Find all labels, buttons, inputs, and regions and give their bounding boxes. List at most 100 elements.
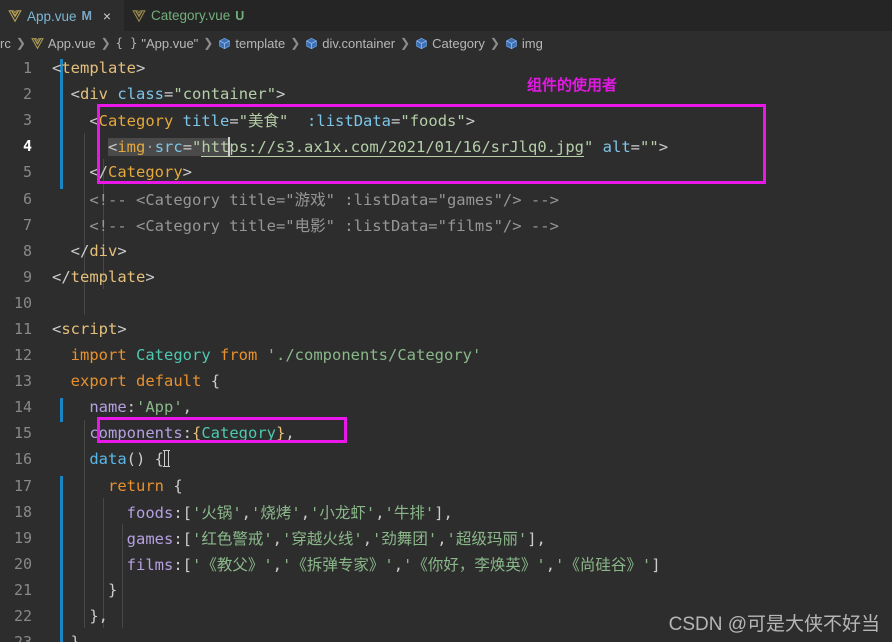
code-line[interactable]: 12 import Category from './components/Ca…	[0, 342, 892, 368]
chevron-right-icon: ❯	[15, 36, 26, 50]
line-number: 9	[22, 267, 32, 286]
line-number: 13	[13, 372, 32, 391]
code-line[interactable]: 13 export default {	[0, 368, 892, 394]
line-number: 21	[13, 580, 32, 599]
breadcrumb-label: "App.vue"	[141, 35, 199, 51]
line-content: name:'App',	[89, 398, 193, 417]
tab-category-vue[interactable]: Category.vue U	[123, 0, 255, 31]
code-line[interactable]: 20 films:['《教父》','《拆弹专家》','《你好，李焕英》','《尚…	[0, 551, 892, 577]
code-line-current[interactable]: 4 <img·src="https://s3.ax1x.com/2021/01/…	[0, 133, 892, 159]
code-line[interactable]: 7 <!-- <Category title="电影" :listData="f…	[0, 212, 892, 238]
line-number: 6	[22, 189, 32, 208]
code-line[interactable]: 8 </div>	[0, 238, 892, 264]
line-content: <!-- <Category title="游戏" :listData="gam…	[52, 190, 559, 209]
line-number: 15	[13, 424, 32, 443]
cube-icon	[305, 37, 318, 50]
cube-icon	[415, 37, 428, 50]
line-number: 7	[22, 215, 32, 234]
line-number: 5	[22, 163, 32, 182]
code-line[interactable]: 1 <template>	[0, 55, 892, 81]
code-line[interactable]: 18 foods:['火锅','烧烤','小龙虾','牛排'],	[0, 499, 892, 525]
breadcrumb-item-app-vue-symbol[interactable]: { } "App.vue"	[116, 36, 199, 51]
cube-icon	[218, 37, 231, 50]
line-number: 17	[13, 476, 32, 495]
code-line[interactable]: 16 data() {	[0, 446, 892, 472]
chevron-right-icon: ❯	[203, 36, 214, 50]
vue-file-icon	[132, 9, 146, 23]
code-editor[interactable]: 1 <template> 2 <div class="container"> 3…	[0, 55, 892, 642]
breadcrumb-item-category[interactable]: Category	[415, 36, 485, 51]
line-number: 2	[22, 85, 32, 104]
watermark: CSDN @可是大侠不好当	[668, 614, 880, 635]
breadcrumb: rc ❯ App.vue ❯ { } "App.vue" ❯ template …	[0, 31, 892, 55]
tab-app-vue[interactable]: App.vue M ×	[0, 0, 124, 31]
chevron-right-icon: ❯	[290, 36, 301, 50]
line-number: 22	[13, 607, 32, 626]
line-number: 14	[13, 398, 32, 417]
line-number: 1	[22, 59, 32, 78]
tab-label: Category.vue	[150, 8, 231, 23]
cube-icon	[505, 37, 518, 50]
line-content: components:{Category},	[89, 424, 295, 443]
line-content: <!-- <Category title="电影" :listData="fil…	[52, 216, 559, 235]
close-icon[interactable]: ×	[100, 9, 114, 23]
breadcrumb-label: template	[235, 35, 286, 51]
breadcrumb-item-src[interactable]: rc	[0, 36, 11, 51]
line-content: }	[108, 580, 118, 599]
code-line[interactable]: 10	[0, 290, 892, 316]
chevron-right-icon: ❯	[400, 36, 411, 50]
breadcrumb-label: App.vue	[47, 35, 96, 51]
line-content: games:['红色警戒','穿越火线','劲舞团','超级玛丽'],	[126, 529, 546, 548]
line-content: <img·src="https://s3.ax1x.com/2021/01/16…	[108, 136, 669, 157]
breadcrumb-label: div.container	[322, 35, 396, 51]
line-number: 19	[13, 528, 32, 547]
breadcrumb-item-div-container[interactable]: div.container	[305, 36, 395, 51]
line-content: <Category title="美食" :listData="foods">	[89, 112, 476, 131]
breadcrumb-label: rc	[0, 35, 11, 51]
line-number: 10	[13, 293, 32, 312]
line-content: foods:['火锅','烧烤','小龙虾','牛排'],	[126, 503, 453, 522]
vue-file-icon	[8, 9, 22, 23]
breadcrumb-label: Category	[432, 35, 485, 51]
line-number: 3	[22, 111, 32, 130]
chevron-right-icon: ❯	[489, 36, 500, 50]
code-line[interactable]: 6 <!-- <Category title="游戏" :listData="g…	[0, 185, 892, 211]
line-content: </Category>	[89, 163, 192, 182]
code-line[interactable]: 3 <Category title="美食" :listData="foods"…	[0, 107, 892, 133]
line-content: data() {	[46, 450, 892, 468]
code-line[interactable]: 15 components:{Category},	[0, 420, 892, 446]
line-content: <template>	[52, 59, 146, 78]
code-line[interactable]: 14 name:'App',	[0, 394, 892, 420]
tab-label: App.vue	[27, 8, 77, 24]
line-number: 16	[13, 450, 32, 469]
code-line[interactable]: 5 </Category>	[0, 159, 892, 185]
line-number: 8	[22, 241, 32, 260]
line-number: 12	[13, 346, 32, 365]
line-content: </template>	[52, 267, 155, 286]
line-content: </div>	[70, 241, 127, 260]
line-content: import Category from './components/Categ…	[70, 346, 482, 365]
braces-icon: { }	[115, 36, 138, 50]
editor-tab-bar: App.vue M × Category.vue U	[0, 0, 892, 31]
tab-status-badge: M	[81, 9, 92, 23]
code-line[interactable]: 19 games:['红色警戒','穿越火线','劲舞团','超级玛丽'],	[0, 525, 892, 551]
breadcrumb-item-img[interactable]: img	[505, 36, 543, 51]
annotation-label-component-user: 组件的使用者	[527, 77, 618, 94]
code-line[interactable]: 17 return {	[0, 473, 892, 499]
line-content: return {	[108, 476, 183, 495]
code-line[interactable]: 11 <script>	[0, 316, 892, 342]
breadcrumb-item-app-vue[interactable]: App.vue	[31, 36, 96, 51]
line-number: 18	[13, 502, 32, 521]
line-content: films:['《教父》','《拆弹专家》','《你好，李焕英》','《尚硅谷》…	[126, 555, 661, 574]
code-line[interactable]: 2 <div class="container">	[0, 81, 892, 107]
line-number: 11	[13, 319, 32, 338]
vscode-window: App.vue M × Category.vue U rc ❯ App.vue …	[0, 0, 892, 642]
code-line[interactable]: 9 </template>	[0, 264, 892, 290]
code-line[interactable]: 21 }	[0, 577, 892, 603]
breadcrumb-item-template[interactable]: template	[218, 36, 285, 51]
line-content: <script>	[52, 319, 127, 338]
line-number: 20	[13, 554, 32, 573]
line-content: export default {	[70, 372, 221, 391]
line-number: 23	[0, 633, 46, 642]
code-lines: 1 <template> 2 <div class="container"> 3…	[0, 55, 892, 642]
